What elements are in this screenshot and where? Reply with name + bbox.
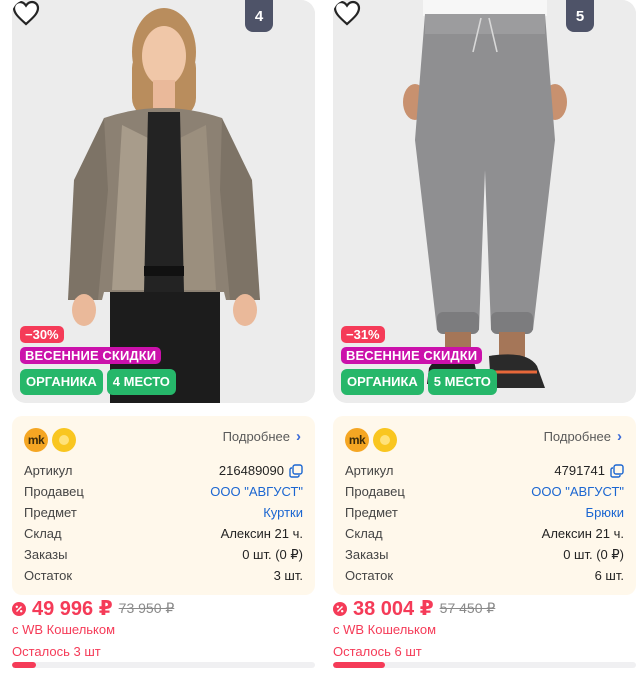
info-row-orders: Заказы 0 шт. (0 ₽): [345, 544, 624, 565]
info-row-subject: Предмет Брюки: [345, 502, 624, 523]
info-key: Артикул: [24, 463, 73, 478]
more-details-link[interactable]: Подробнее ›: [223, 428, 301, 445]
subject-link[interactable]: Брюки: [586, 505, 624, 520]
article-value: 216489090: [218, 463, 284, 478]
info-key: Заказы: [24, 547, 68, 562]
info-key: Продавец: [24, 484, 84, 499]
product-tags: −30% ВЕСЕННИЕ СКИДКИ ОРГАНИКА 4 МЕСТО: [20, 326, 176, 395]
product-card[interactable]: 5 −31% ВЕСЕННИЕ СКИДКИ ОРГАНИКА 5 МЕСТО …: [333, 0, 636, 680]
chevron-right-icon: ›: [617, 428, 622, 445]
mk-logo-icon: mk: [24, 428, 48, 452]
more-details-label: Подробнее: [222, 429, 290, 444]
info-row-stock: Остаток 6 шт.: [345, 565, 624, 586]
rank-badge: 4: [245, 0, 273, 32]
seller-link[interactable]: ООО "АВГУСТ": [531, 484, 624, 499]
stock-progress-fill: [12, 662, 37, 668]
stock-progress-bar: [12, 662, 315, 668]
info-key: Заказы: [345, 547, 389, 562]
coin-logo-icon: [52, 428, 76, 452]
stock-left-text: Осталось 6 шт: [333, 644, 422, 659]
more-details-label: Подробнее: [543, 429, 611, 444]
info-key: Продавец: [345, 484, 405, 499]
orders-value: 0 шт. (0 ₽): [242, 546, 303, 562]
stock-value: 6 шт.: [594, 568, 624, 583]
orders-value: 0 шт. (0 ₽): [563, 546, 624, 562]
info-value: 216489090: [219, 463, 303, 478]
coin-logo-icon: [373, 428, 397, 452]
info-key: Склад: [24, 526, 62, 541]
discount-badge: −31%: [341, 326, 385, 343]
wallet-discount-icon: [12, 601, 26, 616]
info-row-stock: Остаток 3 шт.: [24, 565, 303, 586]
copy-icon[interactable]: [610, 463, 624, 478]
info-row-orders: Заказы 0 шт. (0 ₽): [24, 544, 303, 565]
old-price: 57 450 ₽: [439, 600, 496, 616]
copy-icon[interactable]: [289, 463, 303, 478]
warehouse-value: Алексин 21 ч.: [220, 526, 303, 541]
info-value: 4791741: [554, 463, 624, 478]
product-info-panel: mk Подробнее › Артикул 4791741 Продавец …: [333, 416, 636, 595]
stock-progress-bar: [333, 662, 636, 668]
wallet-note: с WB Кошельком: [12, 622, 116, 637]
rank-badge: 5: [566, 0, 594, 32]
stock-value: 3 шт.: [273, 568, 303, 583]
seller-link[interactable]: ООО "АВГУСТ": [210, 484, 303, 499]
stock-progress-fill: [333, 662, 385, 668]
info-row-seller: Продавец ООО "АВГУСТ": [24, 481, 303, 502]
favorite-heart-icon[interactable]: [333, 0, 361, 26]
product-image[interactable]: 5 −31% ВЕСЕННИЕ СКИДКИ ОРГАНИКА 5 МЕСТО: [333, 0, 636, 403]
wallet-discount-icon: [333, 601, 347, 616]
place-badge: 5 МЕСТО: [427, 369, 497, 395]
stock-left-text: Осталось 3 шт: [12, 644, 101, 659]
info-key: Предмет: [345, 505, 398, 520]
favorite-heart-icon[interactable]: [12, 0, 40, 26]
current-price: 38 004 ₽: [353, 598, 434, 620]
chevron-right-icon: ›: [296, 428, 301, 445]
old-price: 73 950 ₽: [118, 600, 175, 616]
info-row-article: Артикул 4791741: [345, 460, 624, 481]
promo-badge: ВЕСЕННИЕ СКИДКИ: [341, 347, 483, 364]
organic-badge: ОРГАНИКА: [341, 369, 424, 395]
info-key: Остаток: [345, 568, 394, 583]
info-key: Склад: [345, 526, 383, 541]
price-line: 49 996 ₽ 73 950 ₽: [12, 596, 174, 621]
info-row-warehouse: Склад Алексин 21 ч.: [24, 523, 303, 544]
subject-link[interactable]: Куртки: [263, 505, 303, 520]
info-key: Остаток: [24, 568, 73, 583]
product-card[interactable]: 4 −30% ВЕСЕННИЕ СКИДКИ ОРГАНИКА 4 МЕСТО …: [12, 0, 315, 680]
wallet-note: с WB Кошельком: [333, 622, 437, 637]
promo-badge: ВЕСЕННИЕ СКИДКИ: [20, 347, 162, 364]
warehouse-value: Алексин 21 ч.: [541, 526, 624, 541]
product-tags: −31% ВЕСЕННИЕ СКИДКИ ОРГАНИКА 5 МЕСТО: [341, 326, 497, 395]
price-line: 38 004 ₽ 57 450 ₽: [333, 596, 495, 621]
info-row-article: Артикул 216489090: [24, 460, 303, 481]
info-key: Артикул: [345, 463, 394, 478]
info-row-seller: Продавец ООО "АВГУСТ": [345, 481, 624, 502]
info-row-subject: Предмет Куртки: [24, 502, 303, 523]
more-details-link[interactable]: Подробнее ›: [544, 428, 622, 445]
product-image[interactable]: 4 −30% ВЕСЕННИЕ СКИДКИ ОРГАНИКА 4 МЕСТО: [12, 0, 315, 403]
article-value: 4791741: [554, 463, 605, 478]
organic-badge: ОРГАНИКА: [20, 369, 103, 395]
discount-badge: −30%: [20, 326, 64, 343]
mk-logo-icon: mk: [345, 428, 369, 452]
info-row-warehouse: Склад Алексин 21 ч.: [345, 523, 624, 544]
current-price: 49 996 ₽: [32, 598, 113, 620]
product-info-panel: mk Подробнее › Артикул 216489090 Продаве…: [12, 416, 315, 595]
info-key: Предмет: [24, 505, 77, 520]
place-badge: 4 МЕСТО: [106, 369, 176, 395]
